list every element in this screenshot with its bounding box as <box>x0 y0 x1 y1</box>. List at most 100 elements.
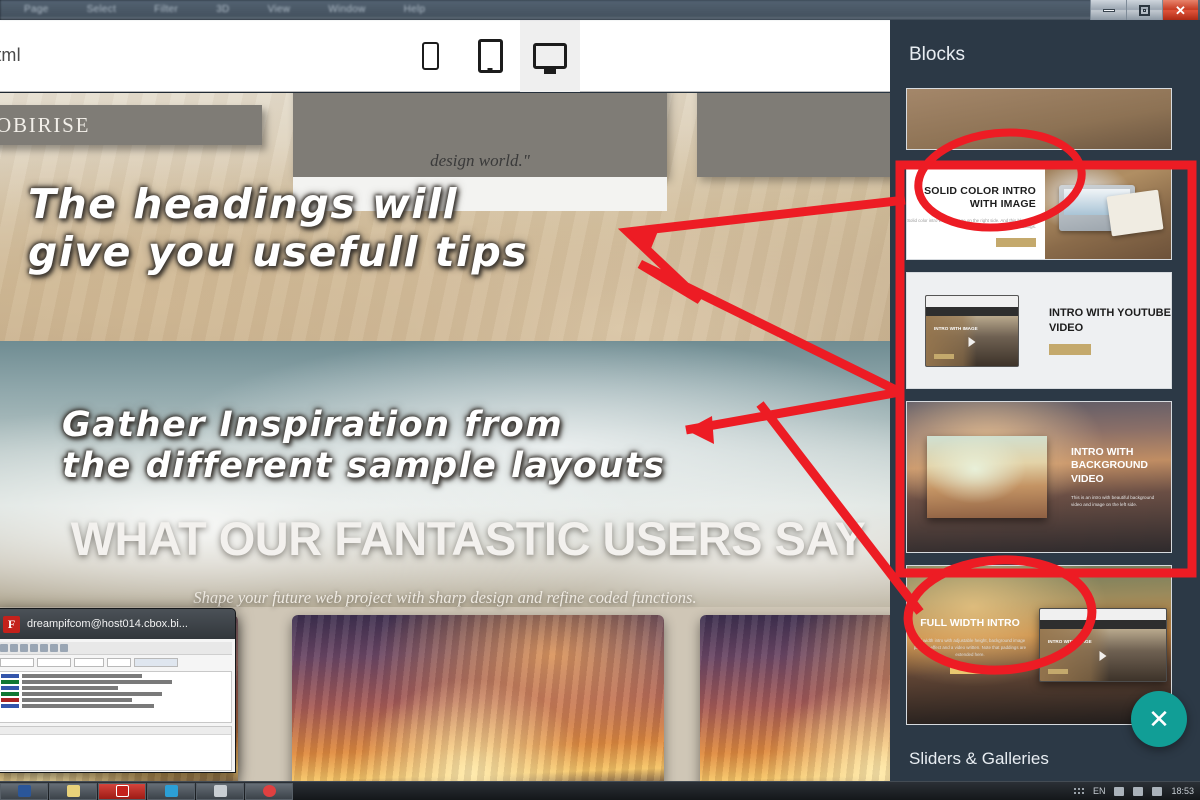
block-heading: INTRO WITH YOUTUBE VIDEO <box>1048 307 1171 334</box>
screen: design world." OBIRISE WHAT OUR FANTASTI… <box>0 0 1200 800</box>
block-thumbnail-partial[interactable] <box>906 88 1172 150</box>
quickconnect-button[interactable] <box>134 657 178 667</box>
close-button[interactable]: ✕ <box>1162 0 1198 20</box>
volume-icon[interactable] <box>1133 786 1144 796</box>
system-tray: EN 18:53 <box>1072 786 1194 796</box>
filezilla-window[interactable]: F dreampifcom@host014.cbox.bi... <box>0 608 236 773</box>
block-button <box>1048 343 1091 355</box>
filezilla-file-grid[interactable] <box>0 726 232 771</box>
tray-handle-icon[interactable] <box>1072 787 1084 795</box>
filezilla-title-text: dreampifcom@host014.cbox.bi... <box>27 618 188 630</box>
toolbar-icon[interactable] <box>50 644 58 652</box>
toolbar-icon[interactable] <box>0 644 8 652</box>
taskbar-item-photoshop[interactable] <box>147 782 195 800</box>
headline-block[interactable]: WHAT OUR FANTASTIC USERS SAY Shape your … <box>0 511 890 608</box>
language-indicator[interactable]: EN <box>1093 786 1106 796</box>
action-center-icon[interactable] <box>1152 786 1163 796</box>
log-line <box>1 680 229 684</box>
blocks-panel-header: Blocks <box>890 20 1200 90</box>
taskbar-item-word[interactable] <box>0 782 48 800</box>
toolbar-icon[interactable] <box>30 644 38 652</box>
close-blocks-panel-button[interactable]: ✕ <box>1131 691 1187 747</box>
opera-icon <box>262 785 276 797</box>
word-icon <box>17 785 31 797</box>
block-thumbnail-solid-color-intro-with-image[interactable]: SOLID COLOR INTRO WITH IMAGE Solid color… <box>906 162 1172 260</box>
menu-item[interactable]: Page <box>24 4 49 15</box>
username-field[interactable] <box>37 657 71 667</box>
toolbar-icon[interactable] <box>60 644 68 652</box>
toolbar-icon[interactable] <box>40 644 48 652</box>
block-paragraph: Solid color intro with an image on the r… <box>907 217 1036 230</box>
device-button-desktop[interactable] <box>520 20 580 92</box>
device-button-tablet[interactable] <box>460 20 520 92</box>
taskbar-item-filezilla[interactable] <box>98 782 146 800</box>
restore-icon <box>1139 4 1150 16</box>
close-icon: ✕ <box>1148 704 1170 734</box>
clock[interactable]: 18:53 <box>1171 786 1194 796</box>
toolbar-icon[interactable] <box>10 644 18 652</box>
file-name-label: html <box>0 45 21 65</box>
port-field[interactable] <box>107 657 131 667</box>
mobirise-icon <box>213 785 227 797</box>
explorer-icon <box>66 785 80 797</box>
gallery-card[interactable] <box>292 615 664 795</box>
window-caption-buttons: ✕ <box>1090 0 1200 20</box>
blocks-list: SOLID COLOR INTRO WITH IMAGE Solid color… <box>890 88 1200 725</box>
blocks-section-label: Sliders & Galleries <box>909 749 1049 768</box>
photoshop-icon <box>164 785 178 797</box>
editor-toolbar: html <box>0 20 890 92</box>
password-field[interactable] <box>74 657 104 667</box>
toolbar-icon[interactable] <box>20 644 28 652</box>
block-image <box>1045 163 1171 259</box>
gallery-card[interactable] <box>700 615 890 795</box>
host-field[interactable] <box>0 657 34 667</box>
testimonial-quote-text: design world." <box>430 151 530 170</box>
block-thumbnail-intro-with-youtube-video[interactable]: INTRO WITH IMAGE INTRO WITH YOUTUBE VIDE… <box>906 272 1172 389</box>
block-button <box>950 666 990 675</box>
restore-button[interactable] <box>1126 0 1162 20</box>
taskbar-item-opera[interactable] <box>245 782 293 800</box>
blocks-panel: Blocks SOLID COLOR INTRO WITH IMAGE Soli… <box>890 20 1200 783</box>
filezilla-titlebar[interactable]: F dreampifcom@host014.cbox.bi... <box>0 609 235 639</box>
minimize-button[interactable] <box>1090 0 1126 20</box>
browser-mockup: INTRO WITH IMAGE <box>1039 608 1167 682</box>
menu-item[interactable]: Window <box>328 4 365 15</box>
log-line <box>1 704 229 708</box>
menu-item[interactable]: 3D <box>216 4 229 15</box>
filezilla-icon: F <box>3 615 20 633</box>
site-logo-text: OBIRISE <box>0 112 91 137</box>
log-line <box>1 674 229 678</box>
block-button <box>996 237 1036 247</box>
blocks-section-sliders-galleries[interactable]: Sliders & Galleries <box>890 749 1200 769</box>
mockup-button <box>934 353 954 359</box>
page-title: WHAT OUR FANTASTIC USERS SAY <box>70 512 866 565</box>
mockup-heading: INTRO WITH IMAGE <box>1048 639 1092 644</box>
block-thumbnail-intro-with-background-video[interactable]: INTRO WITH BACKGROUND VIDEO This is an i… <box>906 401 1172 553</box>
block-thumbnail-full-width-intro[interactable]: FULL WIDTH INTRO Full width intro with a… <box>906 565 1172 725</box>
menu-item[interactable]: Filter <box>154 4 178 15</box>
network-icon[interactable] <box>1114 786 1125 796</box>
filezilla-quickconnect <box>0 655 232 669</box>
block-inner-image <box>927 436 1047 518</box>
mockup-heading: INTRO WITH IMAGE <box>934 325 978 331</box>
taskbar-item-explorer[interactable] <box>49 782 97 800</box>
filezilla-icon <box>115 785 129 797</box>
menu-item[interactable]: Help <box>404 4 426 15</box>
annotation-note-headings: The headings will give you usefull tips <box>28 180 529 277</box>
play-icon <box>1099 651 1107 661</box>
menu-item[interactable]: View <box>268 4 291 15</box>
browser-viewport: INTRO WITH IMAGE <box>926 315 1018 366</box>
filezilla-toolbar[interactable] <box>0 642 232 655</box>
phone-icon <box>421 42 439 70</box>
log-line <box>1 698 229 702</box>
minimize-icon <box>1102 8 1115 12</box>
play-icon <box>968 336 976 347</box>
taskbar-item-mobirise[interactable] <box>196 782 244 800</box>
filezilla-body <box>0 639 235 772</box>
block-paragraph: This is an intro with beautiful backgrou… <box>1071 494 1155 507</box>
browser-mockup: INTRO WITH IMAGE <box>925 294 1019 367</box>
windows-taskbar: EN 18:53 <box>0 781 1200 800</box>
site-logo-bar[interactable]: OBIRISE <box>0 105 262 145</box>
device-button-mobile[interactable] <box>400 20 460 92</box>
menu-item[interactable]: Select <box>87 4 117 15</box>
